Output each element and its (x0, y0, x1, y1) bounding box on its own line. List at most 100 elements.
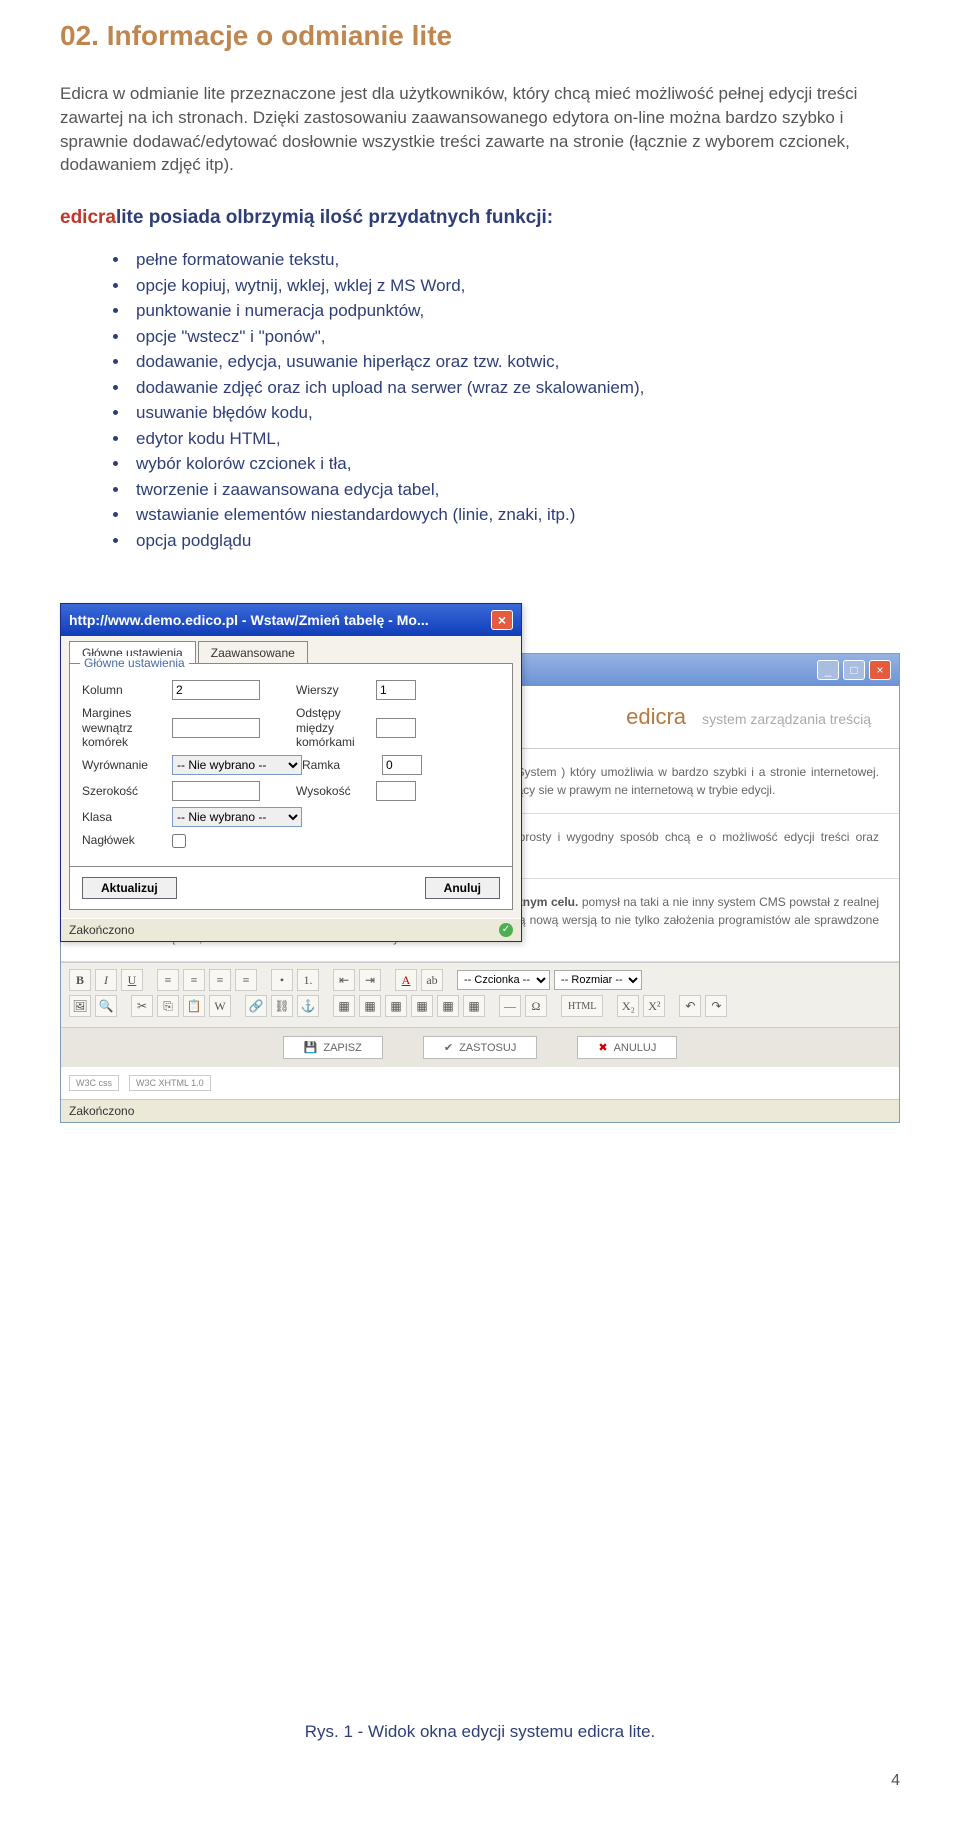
screenshot-stack: ozilla Firefox _ □ × edicra system zarzą… (60, 603, 900, 1702)
fieldset-general: Główne ustawienia Kolumn Wierszy Margine… (69, 663, 513, 867)
list-ul-icon[interactable]: • (271, 969, 293, 991)
font-select[interactable]: -- Czcionka -- (457, 970, 550, 990)
cut-icon[interactable]: ✂ (131, 995, 153, 1017)
save-icon: 💾 (304, 1041, 318, 1054)
window-buttons: _ □ × (817, 660, 891, 680)
table-icon[interactable]: ▦ (333, 995, 355, 1017)
align-select[interactable]: -- Nie wybrano -- (172, 755, 302, 775)
align-center-icon[interactable]: ≡ (183, 969, 205, 991)
w3c-css-badge: W3C css (69, 1075, 119, 1091)
subhead-rest: lite posiada olbrzymią ilość przydatnych… (116, 207, 553, 228)
save-button[interactable]: 💾ZAPISZ (283, 1036, 383, 1059)
unlink-icon[interactable]: ⛓ (271, 995, 293, 1017)
list-ol-icon[interactable]: 1. (297, 969, 319, 991)
list-item: usuwanie błędów kodu, (130, 400, 900, 426)
figure-caption: Rys. 1 - Widok okna edycji systemu edicr… (60, 1722, 900, 1742)
toolbar-row-1: B I U ≡ ≡ ≡ ≡ • 1. ⇤ ⇥ A ab (69, 969, 891, 991)
dialog-actions: Aktualizuj Anuluj (69, 867, 513, 910)
table-split-icon[interactable]: ▦ (437, 995, 459, 1017)
list-item: opcje "wstecz" i "ponów", (130, 324, 900, 350)
editor-toolbar: B I U ≡ ≡ ≡ ≡ • 1. ⇤ ⇥ A ab (61, 962, 899, 1028)
maximize-icon[interactable]: □ (843, 660, 865, 680)
label-width: Szerokość (82, 784, 172, 798)
label-header: Nagłówek (82, 833, 172, 847)
preview-icon[interactable]: 🔍 (95, 995, 117, 1017)
apply-button[interactable]: ✔ZASTOSUJ (423, 1036, 537, 1059)
highlight-icon[interactable]: ab (421, 969, 443, 991)
width-field[interactable] (172, 781, 260, 801)
minimize-icon[interactable]: _ (817, 660, 839, 680)
paste-word-icon[interactable]: W (209, 995, 231, 1017)
table-merge-icon[interactable]: ▦ (463, 995, 485, 1017)
height-field[interactable] (376, 781, 416, 801)
underline-icon[interactable]: U (121, 969, 143, 991)
cancel-icon: ✖ (598, 1041, 607, 1054)
outdent-icon[interactable]: ⇤ (333, 969, 355, 991)
bold-icon[interactable]: B (69, 969, 91, 991)
page-heading: 02. Informacje o odmianie lite (60, 20, 900, 52)
list-item: dodawanie, edycja, usuwanie hiperłącz or… (130, 349, 900, 375)
brand-logo: edicra (626, 704, 686, 729)
columns-field[interactable] (172, 680, 260, 700)
copy-icon[interactable]: ⎘ (157, 995, 179, 1017)
cellspacing-field[interactable] (376, 718, 416, 738)
list-item: opcja podglądu (130, 528, 900, 554)
feature-list: pełne formatowanie tekstu, opcje kopiuj,… (130, 247, 900, 553)
undo-icon[interactable]: ↶ (679, 995, 701, 1017)
border-field[interactable] (382, 755, 422, 775)
rows-field[interactable] (376, 680, 416, 700)
cancel-button[interactable]: ✖ANULUJ (577, 1036, 677, 1059)
table-del-icon[interactable]: ▦ (411, 995, 433, 1017)
list-item: edytor kodu HTML, (130, 426, 900, 452)
align-right-icon[interactable]: ≡ (209, 969, 231, 991)
hr-icon[interactable]: — (499, 995, 521, 1017)
w3c-xhtml-badge: W3C XHTML 1.0 (129, 1075, 211, 1091)
list-item: tworzenie i zaawansowana edycja tabel, (130, 477, 900, 503)
label-border: Ramka (302, 758, 382, 772)
close-icon[interactable]: × (869, 660, 891, 680)
label-rows: Wierszy (296, 683, 376, 697)
list-item: wybór kolorów czcionek i tła, (130, 451, 900, 477)
dialog-cancel-button[interactable]: Anuluj (425, 877, 500, 899)
subhead-brand: edicra (60, 207, 116, 228)
paste-icon[interactable]: 📋 (183, 995, 205, 1017)
align-left-icon[interactable]: ≡ (157, 969, 179, 991)
tab-advanced[interactable]: Zaawansowane (198, 641, 308, 664)
dialog-status-text: Zakończono (69, 923, 134, 937)
w3c-badges: W3C css W3C XHTML 1.0 (61, 1067, 899, 1099)
dialog-title-text: http://www.demo.edico.pl - Wstaw/Zmień t… (69, 612, 429, 628)
table-col-icon[interactable]: ▦ (385, 995, 407, 1017)
list-item: dodawanie zdjęć oraz ich upload na serwe… (130, 375, 900, 401)
subscript-icon[interactable]: X₂ (617, 995, 639, 1017)
label-columns: Kolumn (82, 683, 172, 697)
close-icon[interactable]: × (491, 610, 513, 630)
class-select[interactable]: -- Nie wybrano -- (172, 807, 302, 827)
html-button[interactable]: HTML (561, 995, 603, 1017)
char-icon[interactable]: Ω (525, 995, 547, 1017)
table-dialog: http://www.demo.edico.pl - Wstaw/Zmień t… (60, 603, 522, 942)
list-item: pełne formatowanie tekstu, (130, 247, 900, 273)
indent-icon[interactable]: ⇥ (359, 969, 381, 991)
editor-action-bar: 💾ZAPISZ ✔ZASTOSUJ ✖ANULUJ (61, 1028, 899, 1067)
header-checkbox[interactable] (172, 834, 186, 848)
table-row-icon[interactable]: ▦ (359, 995, 381, 1017)
italic-icon[interactable]: I (95, 969, 117, 991)
image-icon[interactable]: 🖼 (69, 995, 91, 1017)
text-color-icon[interactable]: A (395, 969, 417, 991)
size-select[interactable]: -- Rozmiar -- (554, 970, 642, 990)
redo-icon[interactable]: ↷ (705, 995, 727, 1017)
anchor-icon[interactable]: ⚓ (297, 995, 319, 1017)
features-subhead: edicralite posiada olbrzymią ilość przyd… (60, 207, 900, 229)
done-icon: ✓ (499, 923, 513, 937)
link-icon[interactable]: 🔗 (245, 995, 267, 1017)
cellpadding-field[interactable] (172, 718, 260, 738)
page-number: 4 (60, 1772, 900, 1790)
dialog-titlebar: http://www.demo.edico.pl - Wstaw/Zmień t… (61, 604, 521, 636)
superscript-icon[interactable]: X² (643, 995, 665, 1017)
update-button[interactable]: Aktualizuj (82, 877, 177, 899)
list-item: opcje kopiuj, wytnij, wklej, wklej z MS … (130, 273, 900, 299)
list-item: punktowanie i numeracja podpunktów, (130, 298, 900, 324)
dialog-statusbar: Zakończono ✓ (61, 918, 521, 941)
align-justify-icon[interactable]: ≡ (235, 969, 257, 991)
intro-paragraph: Edicra w odmianie lite przeznaczone jest… (60, 82, 900, 177)
